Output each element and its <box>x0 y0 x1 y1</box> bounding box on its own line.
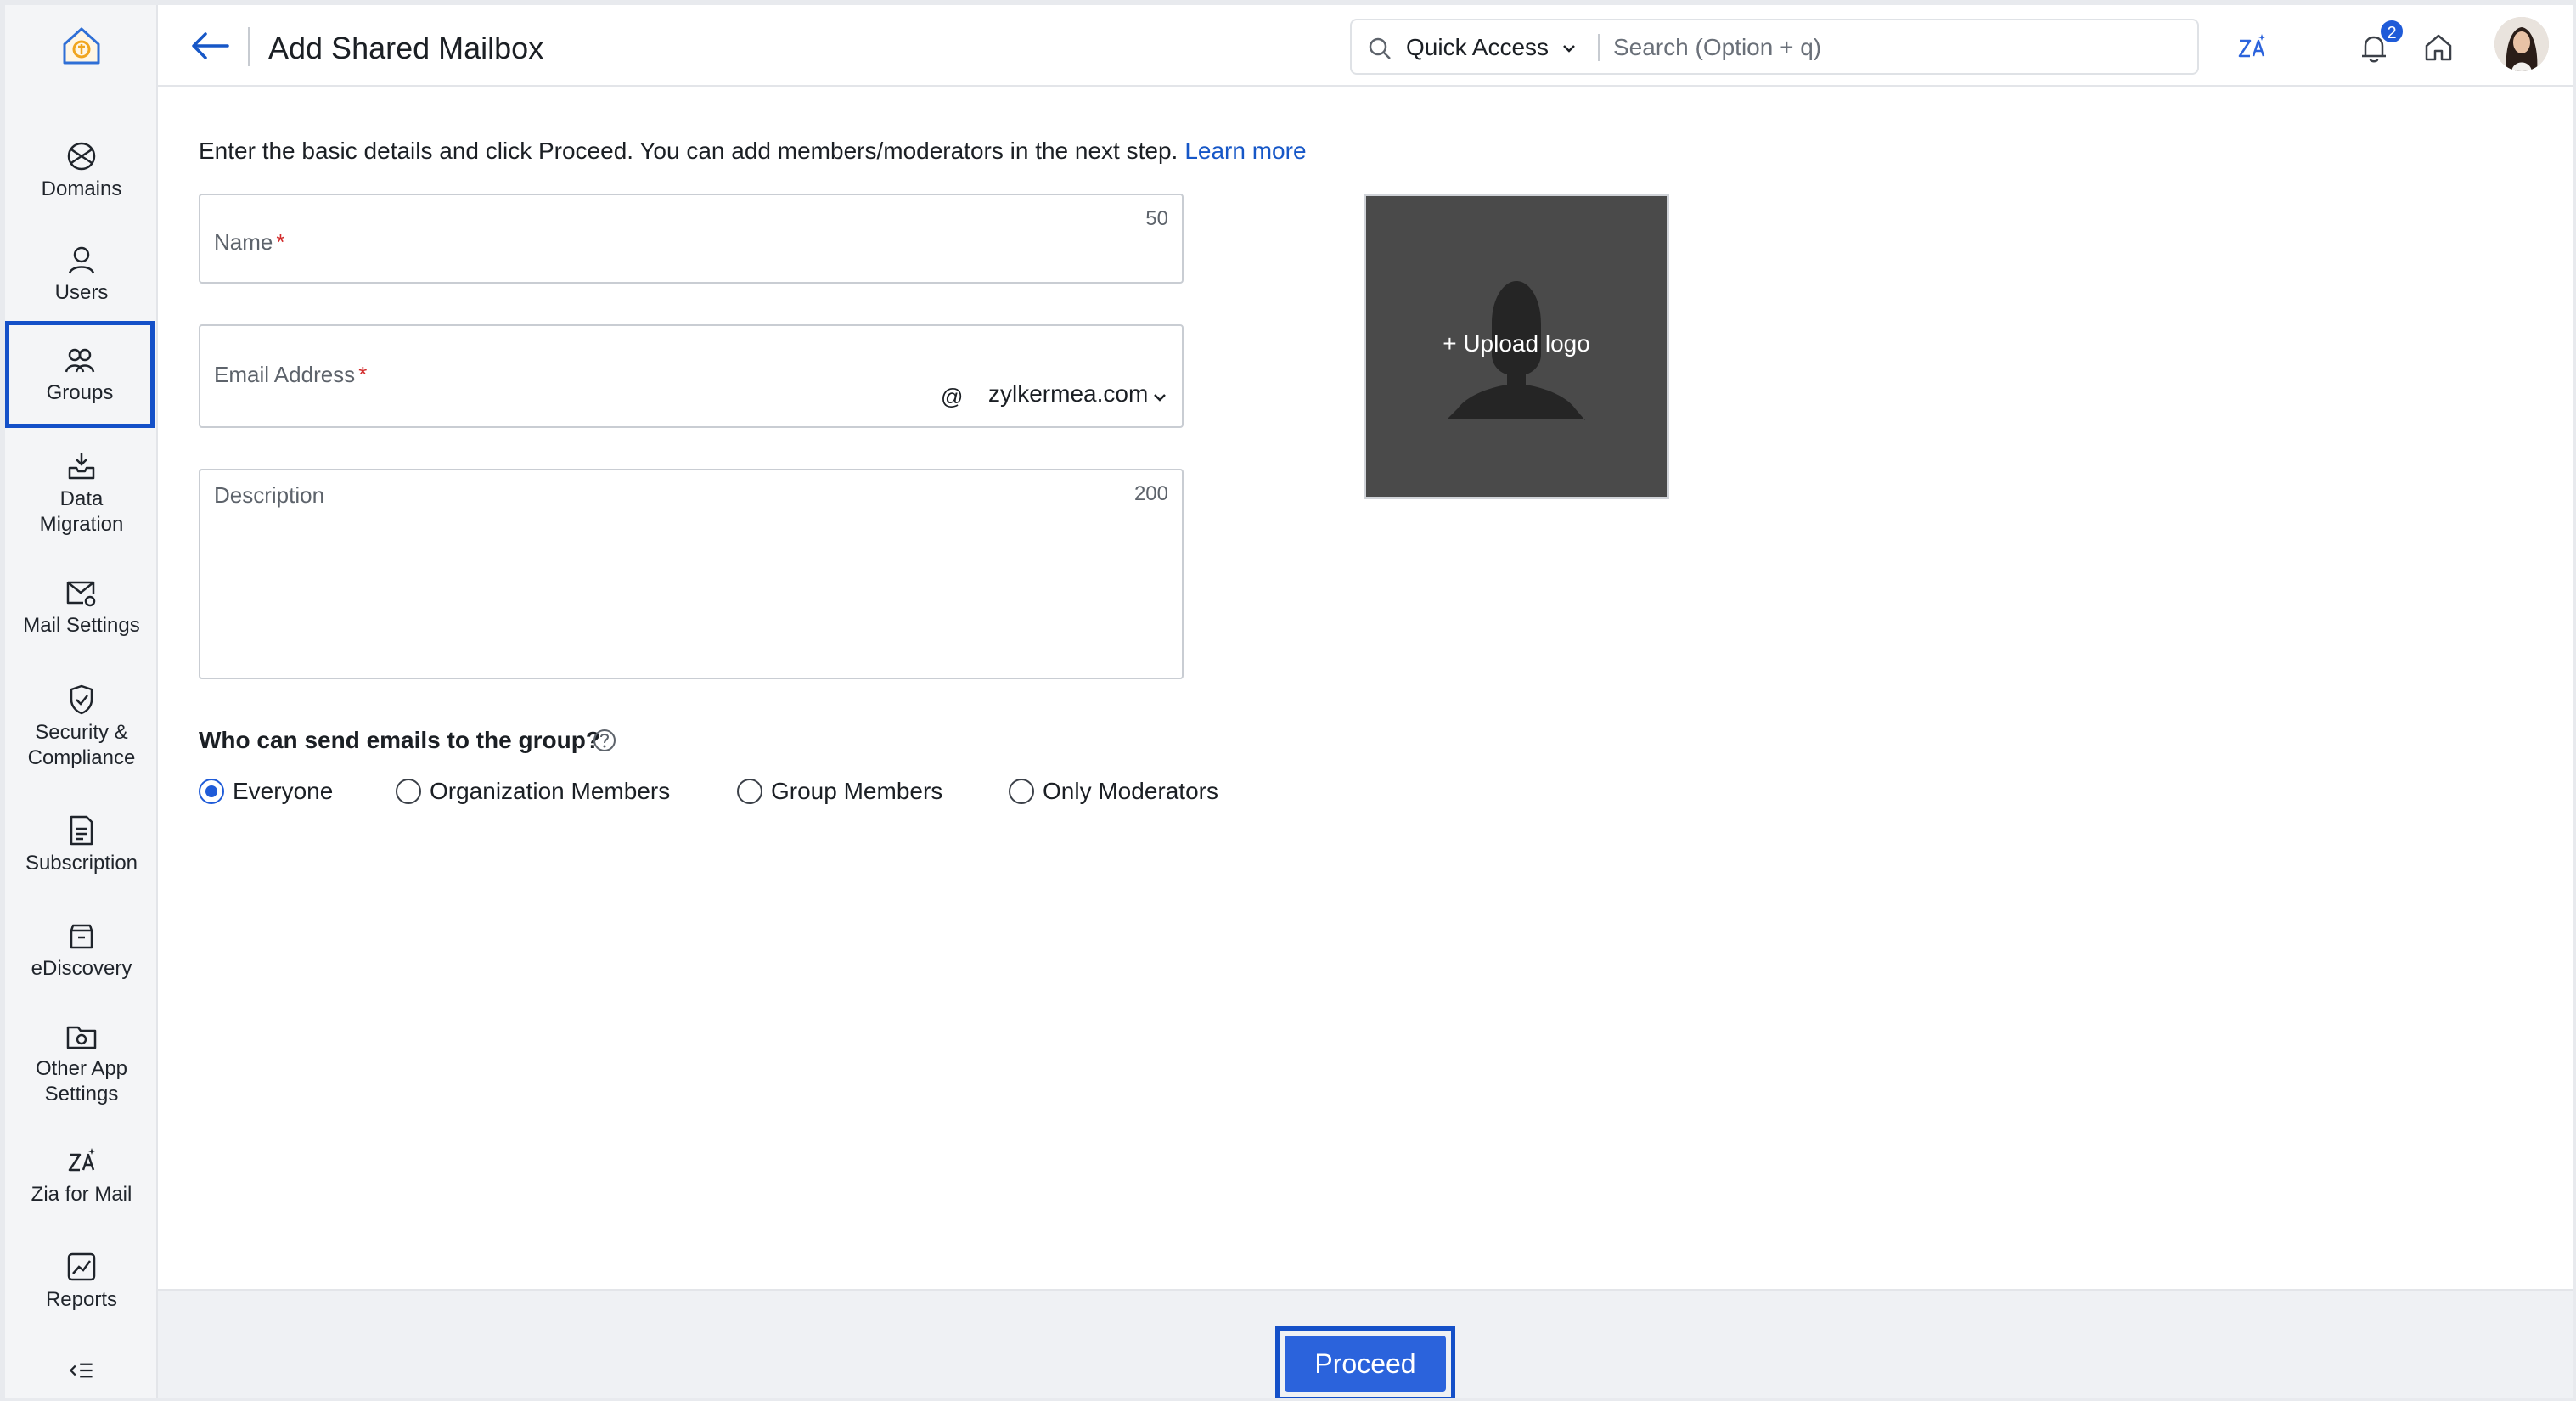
sidebar-item-other-app-settings[interactable]: Other App Settings <box>5 1012 158 1114</box>
back-arrow-icon[interactable] <box>190 27 231 65</box>
collapse-menu-icon <box>69 1363 93 1378</box>
radio-button[interactable] <box>396 779 421 804</box>
globe-icon <box>67 142 96 171</box>
sidebar-item-label: Zia for Mail <box>31 1183 132 1206</box>
proceed-focus-outline: Proceed <box>1275 1326 1455 1398</box>
user-photo-icon <box>2494 17 2549 71</box>
zia-icon <box>68 1148 95 1172</box>
avatar[interactable] <box>2494 17 2549 71</box>
upload-logo-button[interactable]: + Upload logo <box>1364 194 1669 499</box>
sidebar-item-label: Other App Settings <box>35 1057 128 1106</box>
header-divider <box>248 27 250 66</box>
at-symbol: @ <box>941 384 964 409</box>
sidebar-item-label: Groups <box>46 381 114 404</box>
radio-group-members[interactable]: Group Members <box>737 778 942 805</box>
footer-bar: Proceed <box>158 1289 2573 1398</box>
name-field[interactable]: Name * 50 <box>199 194 1184 284</box>
top-header: Add Shared Mailbox Quick Access 2 <box>158 5 2573 87</box>
sidebar-item-reports[interactable]: Reports <box>5 1243 158 1319</box>
description-field[interactable]: Description 200 <box>199 469 1184 679</box>
quick-access-dropdown[interactable]: Quick Access <box>1406 34 1549 61</box>
sidebar-item-groups[interactable]: Groups <box>5 321 155 428</box>
name-label: Name * <box>214 229 285 255</box>
email-field[interactable]: Email Address * @ zylkermea.com <box>199 324 1184 428</box>
domain-select[interactable]: zylkermea.com <box>988 380 1148 408</box>
sidebar-item-mail-settings[interactable]: Mail Settings <box>5 569 158 645</box>
sidebar-item-label: eDiscovery <box>31 957 132 980</box>
chevron-down-icon[interactable] <box>1151 389 1168 406</box>
intro-message: Enter the basic details and click Procee… <box>199 138 1178 164</box>
upload-logo-label: + Upload logo <box>1443 330 1590 357</box>
inbox-download-icon <box>68 453 95 480</box>
admin-home-icon <box>63 27 100 65</box>
radio-label: Only Moderators <box>1043 778 1218 804</box>
home-icon[interactable] <box>2421 31 2455 65</box>
email-label: Email Address * <box>214 362 368 387</box>
sidebar-item-label: Data Migration <box>39 487 124 536</box>
sidebar-item-label: Subscription <box>25 852 138 875</box>
sidebar-item-security[interactable]: Security & Compliance <box>5 676 158 778</box>
sidebar-item-label: Mail Settings <box>23 614 140 637</box>
archive-icon <box>70 924 93 949</box>
description-char-counter: 200 <box>1133 482 1168 505</box>
proceed-button[interactable]: Proceed <box>1285 1336 1446 1392</box>
send-permission-question: Who can send emails to the group? <box>199 727 600 753</box>
radio-organization-members[interactable]: Organization Members <box>396 778 670 805</box>
radio-only-moderators[interactable]: Only Moderators <box>1009 778 1218 805</box>
sidebar-item-domains[interactable]: Domains <box>5 132 158 209</box>
radio-label: Group Members <box>771 778 943 804</box>
required-mark: * <box>276 229 285 255</box>
search-bar[interactable]: Quick Access <box>1350 19 2199 75</box>
mail-gear-icon <box>66 581 96 607</box>
sidebar-collapse-button[interactable] <box>5 1355 158 1389</box>
sidebar-item-label: Users <box>54 281 109 304</box>
required-mark: * <box>358 362 368 387</box>
page-title: Add Shared Mailbox <box>268 31 544 65</box>
help-icon[interactable] <box>591 727 618 754</box>
folder-gear-icon <box>66 1026 97 1049</box>
radio-label: Organization Members <box>430 778 671 804</box>
sidebar-item-label: Domains <box>41 177 122 200</box>
sidebar-item-label: Security & Compliance <box>27 721 136 769</box>
description-label: Description <box>214 482 325 508</box>
zia-icon[interactable] <box>2235 31 2269 65</box>
brand-logo[interactable] <box>5 5 158 87</box>
chevron-down-icon[interactable] <box>1560 39 1578 58</box>
search-input[interactable] <box>1613 29 2174 66</box>
notification-badge: 2 <box>2379 19 2404 44</box>
name-char-counter: 50 <box>1145 207 1168 230</box>
invoice-icon <box>70 815 93 846</box>
radio-everyone[interactable]: Everyone <box>199 778 333 805</box>
groups-icon <box>65 348 95 373</box>
sidebar-item-ediscovery[interactable]: eDiscovery <box>5 912 158 988</box>
radio-button[interactable] <box>737 779 762 804</box>
chart-icon <box>67 1252 96 1281</box>
app-window: Domains Users Groups Data Migration Mail… <box>5 5 2573 1398</box>
sidebar-item-subscription[interactable]: Subscription <box>5 807 158 883</box>
learn-more-link[interactable]: Learn more <box>1184 138 1306 164</box>
search-divider <box>1598 34 1600 61</box>
sidebar-item-label: Reports <box>45 1288 118 1311</box>
shield-check-icon <box>70 684 93 715</box>
radio-label: Everyone <box>233 778 334 804</box>
intro-text: Enter the basic details and click Procee… <box>199 138 1307 165</box>
search-icon <box>1369 37 1391 59</box>
radio-button-selected[interactable] <box>199 779 224 804</box>
radio-button[interactable] <box>1009 779 1034 804</box>
sidebar-item-zia[interactable]: Zia for Mail <box>5 1138 158 1214</box>
user-icon <box>68 246 95 274</box>
sidebar-item-data-migration[interactable]: Data Migration <box>5 447 158 540</box>
sidebar-item-users[interactable]: Users <box>5 236 158 312</box>
sidebar: Domains Users Groups Data Migration Mail… <box>5 5 158 1398</box>
